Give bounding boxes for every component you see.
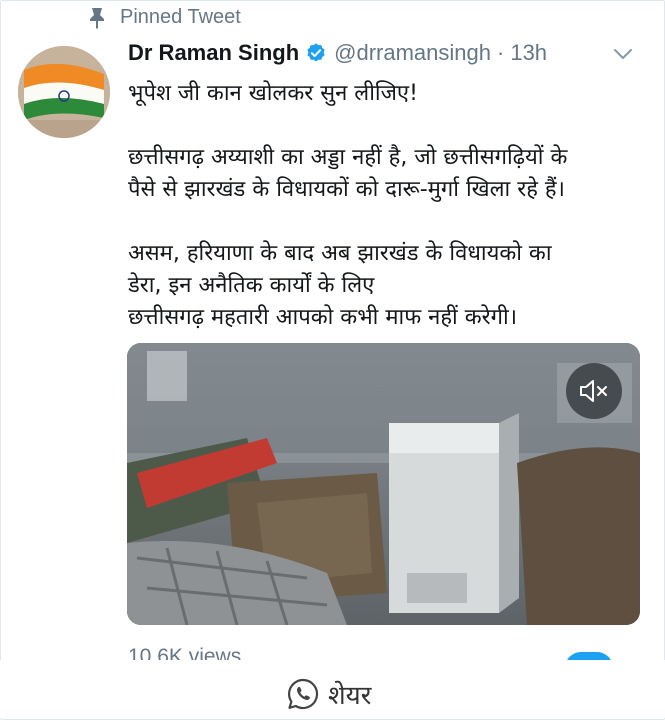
action-button-partial[interactable] — [565, 652, 613, 660]
video-views: 10.6K views — [128, 645, 242, 660]
separator: · — [497, 40, 505, 65]
tweet-line: भूपेश जी कान खोलकर सुन लीजिए! — [128, 81, 418, 106]
author-handle[interactable]: @drramansingh — [334, 40, 491, 66]
pin-icon — [90, 7, 104, 29]
mute-icon — [580, 380, 607, 402]
video-thumbnail — [127, 343, 640, 625]
whatsapp-icon — [288, 678, 319, 710]
tweet-text: भूपेश जी कान खोलकर सुन लीजिए! छत्तीसगढ़ … — [128, 78, 648, 334]
avatar[interactable] — [18, 46, 110, 138]
tweet-header: Dr Raman Singh @drramansingh · 13h — [128, 40, 547, 66]
tweet-line: डेरा, इन अनैतिक कार्यों के लिए — [128, 273, 375, 298]
tweet-timestamp[interactable]: 13h — [510, 40, 547, 66]
tweet-card[interactable]: Pinned Tweet Dr Raman Singh @drramansing… — [0, 0, 665, 660]
tweet-line: छत्तीसगढ़ महतारी आपको कभी माफ नहीं करेगी… — [128, 305, 518, 330]
mute-button[interactable] — [566, 363, 622, 419]
tweet-line: पैसे से झारखंड के विधायकों को दारू-मुर्ग… — [128, 177, 565, 202]
pinned-label: Pinned Tweet — [120, 6, 241, 28]
video-player[interactable] — [127, 343, 640, 625]
share-label: शेयर — [328, 681, 372, 711]
tweet-line: छत्तीसगढ़ अय्याशी का अड्डा नहीं है, जो छ… — [128, 145, 568, 170]
pinned-indicator: Pinned Tweet — [88, 6, 241, 29]
author-name[interactable]: Dr Raman Singh — [128, 40, 299, 66]
share-button[interactable]: शेयर — [286, 676, 371, 712]
chevron-down-icon[interactable] — [612, 46, 634, 62]
verified-badge-icon — [307, 43, 325, 62]
tweet-line: असम, हरियाणा के बाद अब झारखंड के विधायको… — [128, 241, 552, 266]
avatar-image — [18, 46, 110, 138]
